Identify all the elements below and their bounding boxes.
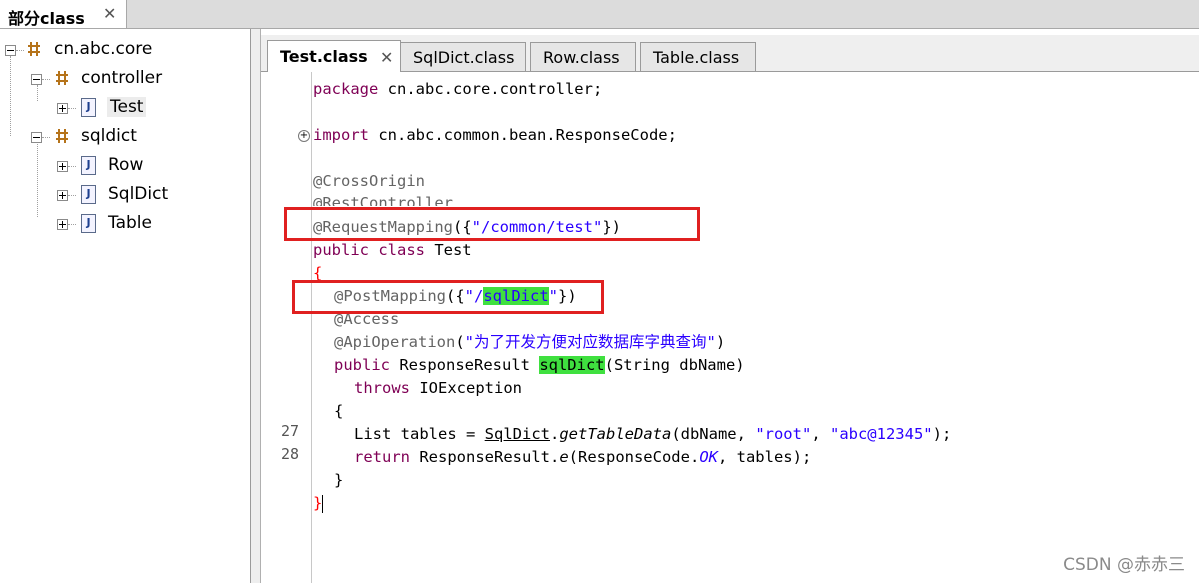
expand-icon[interactable] bbox=[57, 103, 68, 114]
tree-node-table[interactable]: J Table bbox=[0, 213, 250, 235]
tree-node-label: cn.abc.core bbox=[54, 39, 153, 59]
line-number: 28 bbox=[280, 445, 299, 463]
expand-icon[interactable] bbox=[57, 219, 68, 230]
code-line: throws IOException bbox=[354, 379, 522, 397]
code-line: import cn.abc.common.bean.ResponseCode; bbox=[313, 126, 677, 144]
editor-tab-bar: Test.class ✕ SqlDict.class Row.class Tab… bbox=[261, 35, 1199, 72]
code-line: public ResponseResult sqlDict(String dbN… bbox=[334, 356, 745, 374]
tree-node-label: Table bbox=[108, 213, 152, 233]
tree-node-cn-abc-core[interactable]: cn.abc.core bbox=[0, 39, 250, 61]
code-editor[interactable]: package cn.abc.core.controller; import c… bbox=[313, 72, 1199, 583]
tab-sqldict-class[interactable]: SqlDict.class bbox=[400, 42, 526, 71]
panel-tab-bar: 部分class ✕ bbox=[0, 0, 1199, 29]
tree-node-label: Row bbox=[108, 155, 144, 175]
package-icon bbox=[54, 70, 70, 86]
java-class-icon: J bbox=[81, 185, 96, 204]
code-line: } bbox=[313, 494, 324, 513]
close-icon[interactable]: ✕ bbox=[103, 4, 116, 23]
expand-icon[interactable] bbox=[57, 190, 68, 201]
collapse-icon[interactable] bbox=[5, 45, 16, 56]
tab-table-class[interactable]: Table.class bbox=[640, 42, 756, 71]
code-line: @CrossOrigin bbox=[313, 172, 425, 190]
highlight-box-request-mapping bbox=[284, 207, 700, 241]
tab-label: Test.class bbox=[280, 47, 368, 66]
highlight-box-post-mapping bbox=[292, 280, 604, 314]
tab-label: Table.class bbox=[653, 48, 740, 67]
code-line: @ApiOperation("为了开发方便对应数据库字典查询") bbox=[334, 333, 726, 351]
project-tree: cn.abc.core controller J Test sqldict J … bbox=[0, 29, 251, 583]
editor-gutter: + 27 28 bbox=[261, 72, 312, 583]
code-line: List tables = SqlDict.getTableData(dbNam… bbox=[354, 425, 952, 443]
code-line: return ResponseResult.e(ResponseCode.OK,… bbox=[354, 448, 812, 466]
close-icon[interactable]: ✕ bbox=[380, 48, 393, 67]
text-cursor bbox=[322, 494, 324, 513]
package-icon bbox=[26, 41, 42, 57]
expand-icon[interactable] bbox=[57, 161, 68, 172]
collapse-icon[interactable] bbox=[31, 132, 42, 143]
code-line: public class Test bbox=[313, 241, 472, 259]
tree-node-label: sqldict bbox=[81, 126, 137, 146]
tree-node-label: SqlDict bbox=[108, 184, 169, 204]
tree-node-sqldict-class[interactable]: J SqlDict bbox=[0, 184, 250, 206]
expand-fold-icon[interactable]: + bbox=[298, 130, 310, 142]
java-class-icon: J bbox=[81, 214, 96, 233]
java-class-icon: J bbox=[81, 98, 96, 117]
tab-label: Row.class bbox=[543, 48, 620, 67]
panel-tab[interactable]: 部分class ✕ bbox=[0, 0, 127, 28]
tree-node-test[interactable]: J Test bbox=[0, 97, 250, 119]
collapse-icon[interactable] bbox=[31, 74, 42, 85]
tree-node-controller[interactable]: controller bbox=[0, 68, 250, 90]
tree-node-label: controller bbox=[81, 68, 163, 88]
tree-node-row[interactable]: J Row bbox=[0, 155, 250, 177]
tab-row-class[interactable]: Row.class bbox=[530, 42, 636, 71]
code-line: package cn.abc.core.controller; bbox=[313, 80, 603, 98]
splitter[interactable] bbox=[251, 29, 261, 583]
panel-tab-label: 部分class bbox=[8, 9, 85, 28]
tree-node-sqldict-package[interactable]: sqldict bbox=[0, 126, 250, 148]
code-line: { bbox=[334, 402, 344, 420]
package-icon bbox=[54, 128, 70, 144]
line-number: 27 bbox=[280, 422, 299, 440]
code-line: } bbox=[334, 471, 344, 489]
watermark: CSDN @赤赤三 bbox=[1063, 555, 1185, 575]
java-class-icon: J bbox=[81, 156, 96, 175]
tree-node-label: Test bbox=[107, 97, 147, 117]
code-line: @RestController bbox=[313, 194, 453, 206]
tab-test-class[interactable]: Test.class ✕ bbox=[267, 40, 401, 72]
tab-label: SqlDict.class bbox=[413, 48, 515, 67]
